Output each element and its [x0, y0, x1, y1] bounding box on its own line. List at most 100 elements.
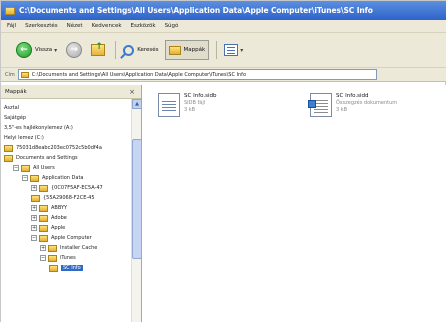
tree-item-label: Helyi lemez (C:)	[4, 135, 44, 141]
tree-item[interactable]: − All Users	[1, 163, 141, 173]
collapse-icon[interactable]: −	[13, 165, 19, 171]
tree-item-label: 75031d8eabc203ec0752c5b0df4a	[16, 145, 102, 151]
tree-item[interactable]: + Installer Cache	[1, 243, 141, 253]
tree-item-label: Installer Cache	[60, 245, 98, 251]
tree-item[interactable]: + ABBYY	[1, 203, 141, 213]
file-list: SC Info.sidb SIDB fájl 3 kB SC Info.sidd…	[142, 85, 446, 322]
tree-item-label: Sajátgép	[4, 115, 27, 121]
folder-icon	[39, 214, 48, 222]
collapse-icon[interactable]: −	[22, 175, 28, 181]
search-button[interactable]: Keresés	[120, 41, 161, 59]
folder-up-icon	[91, 42, 106, 56]
tree-item[interactable]: − Apple Computer	[1, 233, 141, 243]
vertical-scrollbar[interactable]: ▲	[131, 99, 142, 322]
folder-icon	[5, 6, 15, 15]
address-path: C:\Documents and Settings\All Users\Appl…	[31, 71, 247, 78]
file-size: 3 kB	[336, 107, 348, 113]
tree-item[interactable]: + Adobe	[1, 213, 141, 223]
tree-item[interactable]: {55A29068-F2CE-45	[1, 193, 141, 203]
tree-item-label: Apple	[51, 225, 66, 231]
tree-item-label: {0C07F5AF-EC5A-47	[51, 185, 103, 191]
tree-item-label: Asztal	[4, 105, 20, 111]
document-file-icon	[308, 93, 332, 117]
folder-icon	[4, 144, 13, 152]
forward-arrow-icon: →	[66, 42, 83, 58]
back-arrow-icon: ←	[16, 42, 32, 58]
tree-item[interactable]: 3,5"-es hajlékonylemez (A:)	[1, 123, 141, 133]
toolbar-separator	[115, 41, 117, 59]
expand-icon[interactable]: +	[31, 225, 37, 231]
folders-label: Mappák	[183, 47, 206, 53]
folders-button[interactable]: Mappák	[164, 40, 210, 60]
address-label: Cím	[5, 71, 15, 78]
file-name: SC Info.sidd	[336, 93, 369, 99]
menu-file[interactable]: Fájl	[7, 23, 16, 29]
tree-item-label: Apple Computer	[51, 235, 92, 241]
expand-icon[interactable]: +	[31, 185, 37, 191]
folder-icon	[4, 154, 13, 162]
tree-item[interactable]: SC Info	[1, 263, 141, 273]
collapse-icon[interactable]: −	[40, 255, 46, 261]
tree-item-label: ABBYY	[51, 205, 68, 211]
expand-icon[interactable]: +	[31, 205, 37, 211]
tree-item-label: 3,5"-es hajlékonylemez (A:)	[4, 125, 73, 131]
search-label: Keresés	[137, 47, 159, 53]
file-item-sidd[interactable]: SC Info.sidd Összegzés dokumentum 3 kB	[308, 93, 398, 117]
chevron-down-icon[interactable]: ▾	[54, 47, 57, 54]
folder-icon	[39, 234, 48, 242]
expand-icon[interactable]: +	[31, 215, 37, 221]
folder-icon	[48, 244, 57, 252]
views-button[interactable]: ▾	[221, 41, 246, 59]
folder-icon	[21, 164, 30, 172]
folder-icon	[48, 254, 57, 262]
file-name: SC Info.sidb	[184, 93, 217, 99]
folders-icon	[168, 45, 181, 55]
back-button[interactable]: ← Vissza ▾	[13, 41, 60, 59]
chevron-down-icon[interactable]: ▾	[240, 47, 243, 54]
forward-button[interactable]: →	[63, 41, 85, 59]
tree-item-label: Documents and Settings	[16, 155, 78, 161]
menu-edit[interactable]: Szerkesztés	[25, 23, 58, 29]
expand-icon[interactable]: +	[40, 245, 46, 251]
tree-item[interactable]: + Apple	[1, 223, 141, 233]
tree-item[interactable]: Documents and Settings	[1, 153, 141, 163]
menu-tools[interactable]: Eszközök	[131, 23, 156, 29]
menu-view[interactable]: Nézet	[67, 23, 83, 29]
tree-item[interactable]: Sajátgép	[1, 113, 141, 123]
folder-icon	[49, 264, 58, 272]
tree-item-label: iTunes	[60, 255, 76, 261]
up-folder-button[interactable]	[88, 41, 108, 59]
tree-item[interactable]: + {0C07F5AF-EC5A-47	[1, 183, 141, 193]
tree-item[interactable]: Asztal	[1, 103, 141, 113]
menu-favorites[interactable]: Kedvencek	[92, 23, 122, 29]
folder-tree: Asztal Sajátgép 3,5"-es hajlékonylemez (A:…	[1, 99, 141, 273]
address-bar: Cím C:\Documents and Settings\All Users\…	[1, 68, 446, 82]
views-icon	[224, 44, 239, 56]
tree-item-label: Application Data	[42, 175, 84, 181]
scroll-up-icon[interactable]: ▲	[132, 99, 142, 109]
tree-item-label: {55A29068-F2CE-45	[43, 195, 95, 201]
tree-item[interactable]: − Application Data	[1, 173, 141, 183]
menu-bar: Fájl Szerkesztés Nézet Kedvencek Eszközö…	[1, 20, 446, 33]
address-field[interactable]: C:\Documents and Settings\All Users\Appl…	[17, 69, 377, 80]
collapse-icon[interactable]: −	[31, 235, 37, 241]
folders-pane-title: Mappák	[5, 88, 27, 95]
toolbar-separator	[216, 41, 218, 59]
tree-item-label: Adobe	[51, 215, 67, 221]
tree-item[interactable]: 75031d8eabc203ec0752c5b0df4a	[1, 143, 141, 153]
menu-help[interactable]: Súgó	[165, 23, 179, 29]
window-title: C:\Documents and Settings\All Users\Appl…	[19, 6, 373, 15]
file-type: Összegzés dokumentum	[336, 100, 398, 106]
database-file-icon	[158, 93, 180, 117]
folder-icon	[31, 194, 40, 202]
file-item-sidb[interactable]: SC Info.sidb SIDB fájl 3 kB	[158, 93, 217, 117]
tree-item[interactable]: Helyi lemez (C:)	[1, 133, 141, 143]
scrollbar-thumb[interactable]	[132, 139, 142, 259]
tree-item-label: All Users	[33, 165, 55, 171]
tree-item[interactable]: − iTunes	[1, 253, 141, 263]
close-icon[interactable]: ×	[127, 88, 137, 96]
folder-icon	[20, 71, 29, 78]
tree-item-label: SC Info	[61, 265, 83, 271]
folder-icon	[39, 184, 48, 192]
explorer-window: C:\Documents and Settings\All Users\Appl…	[0, 0, 446, 322]
